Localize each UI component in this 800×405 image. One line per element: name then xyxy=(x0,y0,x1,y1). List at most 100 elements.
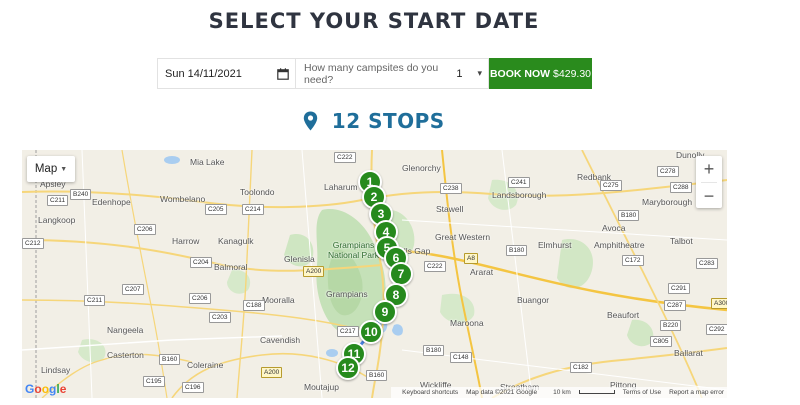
place-label: Kanagulk xyxy=(218,236,254,246)
road-shield: C211 xyxy=(84,295,106,306)
book-now-button[interactable]: BOOK NOW $429.30 xyxy=(489,58,592,89)
place-label: Grampians National Park xyxy=(328,240,380,260)
place-label: Mooralla xyxy=(262,295,295,305)
zoom-out-button[interactable]: − xyxy=(696,183,722,209)
book-now-label: BOOK NOW xyxy=(489,67,551,80)
road-shield: C195 xyxy=(143,376,165,387)
map-data-text: Map data ©2021 Google xyxy=(466,389,538,396)
google-logo: Google xyxy=(25,382,66,396)
road-shield: C214 xyxy=(242,204,264,215)
place-label: Maroona xyxy=(450,318,484,328)
road-shield: C188 xyxy=(243,300,265,311)
road-shield: C287 xyxy=(664,300,686,311)
road-shield: C203 xyxy=(209,312,231,323)
road-shield: A8 xyxy=(464,253,478,264)
road-shield: C211 xyxy=(47,195,69,206)
road-shield: C217 xyxy=(337,326,359,337)
place-label: Coleraine xyxy=(187,360,224,370)
road-shield: C291 xyxy=(668,283,690,294)
place-label: Laharum xyxy=(324,182,358,192)
campsite-question-label: How many campsites do you need? xyxy=(304,61,439,86)
caret-down-icon: ▼ xyxy=(60,165,68,173)
page-title: SELECT YOUR START DATE xyxy=(208,9,540,33)
place-label: Cavendish xyxy=(260,335,301,345)
road-shield: B180 xyxy=(618,210,640,221)
road-shield: C206 xyxy=(134,224,156,235)
place-label: Talbot xyxy=(670,236,693,246)
map-pin-icon xyxy=(303,111,318,136)
zoom-in-button[interactable]: + xyxy=(696,156,722,182)
campsite-count-value: 1 xyxy=(456,67,463,80)
route-map[interactable]: Apsley Mia Lake Glenorchy Dunolly Laharu… xyxy=(22,150,727,398)
place-label: Glenorchy xyxy=(402,163,441,173)
road-shield: C212 xyxy=(22,238,44,249)
place-label: Langkoop xyxy=(38,215,76,225)
map-type-label: Map xyxy=(34,163,58,175)
road-shield: B160 xyxy=(159,354,181,365)
google-logo-letter: e xyxy=(59,382,67,396)
stop-marker[interactable]: 12 xyxy=(336,356,360,380)
campsite-quantity-select[interactable]: How many campsites do you need? 1 ▾ xyxy=(295,58,489,89)
terms-link[interactable]: Terms of Use xyxy=(623,389,661,396)
road-shield: C172 xyxy=(622,255,644,266)
road-shield: B220 xyxy=(660,320,682,331)
place-label: Ballarat xyxy=(674,348,703,358)
place-label: Elmhurst xyxy=(538,240,572,250)
place-label: Amphitheatre xyxy=(594,240,645,250)
road-shield: C204 xyxy=(190,257,212,268)
place-label: Avoca xyxy=(602,223,626,233)
road-shield: C278 xyxy=(657,166,679,177)
road-shield: A200 xyxy=(303,266,325,277)
start-date-value: Sun 14/11/2021 xyxy=(165,67,242,80)
place-label: Stawell xyxy=(436,204,464,214)
keyboard-shortcuts-link[interactable]: Keyboard shortcuts xyxy=(402,389,458,396)
place-label: Ararat xyxy=(470,267,494,277)
place-label: Glenisla xyxy=(284,254,315,264)
place-label: Beaufort xyxy=(607,310,640,320)
map-type-dropdown[interactable]: Map ▼ xyxy=(27,156,75,182)
scale-label: 10 km xyxy=(553,389,571,396)
place-label: Nangeela xyxy=(107,325,144,335)
road-shield: C222 xyxy=(424,261,446,272)
place-label: Lindsay xyxy=(41,365,71,375)
place-label: Edenhope xyxy=(92,197,131,207)
place-label: Buangor xyxy=(517,295,550,305)
road-shield: C206 xyxy=(189,293,211,304)
start-date-input[interactable]: Sun 14/11/2021 xyxy=(157,58,295,89)
place-label: Maryborough xyxy=(642,197,693,207)
road-shield: C292 xyxy=(706,324,727,335)
road-shield: B240 xyxy=(70,189,92,200)
map-attribution-bar: Keyboard shortcuts Map data ©2021 Google… xyxy=(391,387,727,398)
road-shield: C207 xyxy=(122,284,144,295)
google-logo-letter: o xyxy=(41,382,50,396)
road-shield: C148 xyxy=(450,352,472,363)
place-label: Great Western xyxy=(435,232,491,242)
place-label: Grampians xyxy=(326,289,368,299)
place-label: Toolondo xyxy=(240,187,275,197)
road-shield: C283 xyxy=(696,258,718,269)
place-label: Harrow xyxy=(172,236,200,246)
chevron-down-icon: ▾ xyxy=(477,68,482,78)
road-shield: A200 xyxy=(261,367,283,378)
road-shield: C275 xyxy=(600,180,622,191)
calendar-icon[interactable] xyxy=(277,67,289,80)
google-logo-letter: o xyxy=(34,382,42,396)
place-label: Balmoral xyxy=(214,262,248,272)
road-shield: A300 xyxy=(711,298,727,309)
stops-count-text: 12 STOPS xyxy=(331,109,445,133)
scale-bar xyxy=(578,390,615,394)
place-label: Landsborough xyxy=(492,190,547,200)
place-label: Wombelano xyxy=(160,194,206,204)
road-shield: C182 xyxy=(570,362,592,373)
road-shield: C238 xyxy=(440,183,462,194)
place-label: Casterton xyxy=(107,350,144,360)
report-error-link[interactable]: Report a map error xyxy=(669,389,724,396)
road-shield: C805 xyxy=(650,336,672,347)
place-label: Mia Lake xyxy=(190,157,225,167)
road-shield: C288 xyxy=(670,182,692,193)
book-now-price: $429.30 xyxy=(553,67,592,80)
road-shield: C196 xyxy=(182,382,204,393)
stop-marker[interactable]: 10 xyxy=(359,320,383,344)
booking-bar: Sun 14/11/2021 How many campsites do you… xyxy=(157,58,592,89)
road-shield: B160 xyxy=(366,370,388,381)
